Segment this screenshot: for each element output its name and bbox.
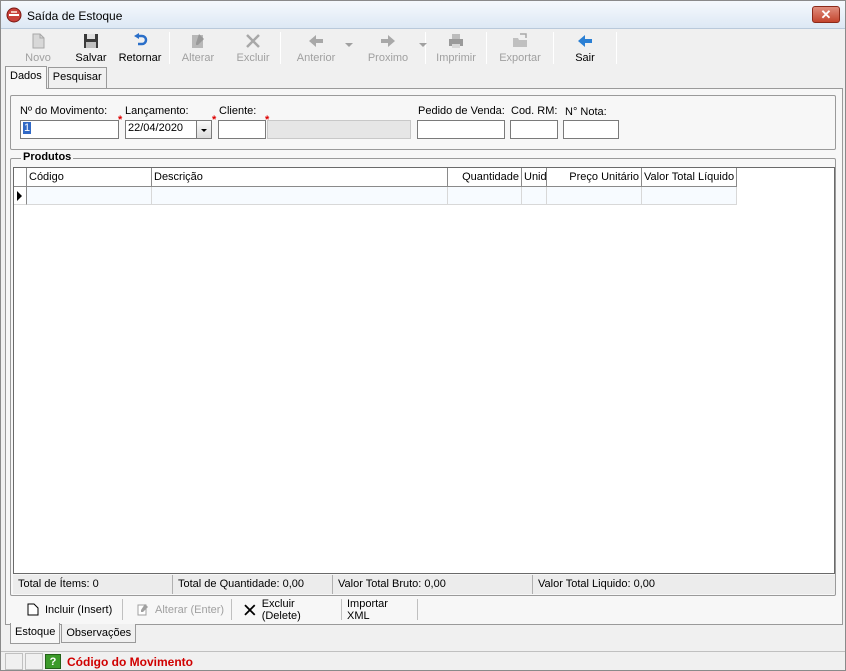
movimento-label: Nº do Movimento: [20, 105, 108, 117]
new-document-icon [32, 33, 45, 49]
arrow-left-icon [309, 35, 323, 47]
main-tabs: Dados Pesquisar [5, 66, 108, 89]
window-title: Saída de Estoque [27, 9, 123, 23]
window: Saída de Estoque ✕ Novo Salvar Retornar … [0, 0, 846, 671]
arrow-right-icon [381, 35, 395, 47]
save-disk-icon [84, 34, 98, 48]
delete-item-icon [244, 604, 256, 616]
total-liquido: Valor Total Liquido: 0,00 [533, 575, 835, 594]
grid-actions: Incluir (Insert) Alterar (Enter) Excluir… [13, 597, 418, 622]
alterar-label: Alterar [181, 52, 215, 64]
lancamento-label: Lançamento: [125, 105, 189, 117]
new-item-icon [27, 603, 39, 616]
excluir-item-button[interactable]: Excluir (Delete) [232, 597, 342, 622]
excluir-button[interactable]: Excluir [226, 30, 280, 66]
pedido-label: Pedido de Venda: [418, 105, 505, 117]
incluir-button[interactable]: Incluir (Insert) [13, 599, 123, 620]
importar-xml-button[interactable]: Importar XML [342, 598, 418, 622]
delete-x-icon [246, 34, 260, 48]
row-indicator-icon [14, 187, 27, 205]
bottom-tabs: Estoque Observações [10, 623, 137, 644]
produtos-title: Produtos [21, 151, 74, 163]
edit-item-icon [137, 604, 148, 616]
required-mark: * [212, 114, 217, 126]
lancamento-input[interactable]: 22/04/2020 [125, 120, 197, 139]
alterar-button[interactable]: Alterar [170, 30, 226, 66]
col-descricao[interactable]: Descrição [152, 168, 448, 187]
tab-dados[interactable]: Dados [5, 66, 47, 89]
tab-pesquisar[interactable]: Pesquisar [47, 67, 107, 88]
cliente-code-input[interactable] [218, 120, 266, 139]
movimento-value: 1 [23, 122, 32, 134]
edit-document-icon [192, 34, 204, 48]
retornar-button[interactable]: Retornar [111, 30, 169, 66]
excluir-item-label: Excluir (Delete) [261, 597, 301, 622]
app-logo-icon [6, 7, 22, 23]
exportar-button[interactable]: Exportar [487, 30, 553, 66]
codrm-label: Cod. RM: [511, 105, 558, 117]
sair-label: Sair [575, 52, 595, 64]
total-bruto: Valor Total Bruto: 0,00 [333, 575, 533, 594]
imprimir-button[interactable]: Imprimir [426, 30, 486, 66]
salvar-label: Salvar [75, 52, 107, 64]
cell-descricao[interactable] [152, 187, 448, 205]
alterar-item-label: Alterar (Enter) [155, 603, 225, 616]
grid-indicator-header [14, 168, 27, 187]
table-row[interactable] [14, 187, 737, 205]
col-valor-total-liquido[interactable]: Valor Total Líquido [642, 168, 737, 187]
retornar-label: Retornar [118, 52, 162, 64]
toolbar-separator [616, 32, 617, 64]
novo-label: Novo [25, 52, 51, 64]
status-cell [25, 653, 43, 670]
required-mark: * [118, 114, 123, 126]
tab-estoque[interactable]: Estoque [10, 623, 61, 644]
totals-bar: Total de Ítems: 0 Total de Quantidade: 0… [13, 575, 835, 595]
pedido-input[interactable] [417, 120, 505, 139]
undo-arrow-icon [134, 33, 148, 46]
nota-label: N° Nota: [565, 106, 607, 118]
title-bar: Saída de Estoque ✕ [1, 1, 845, 29]
col-unidade[interactable]: Unid [522, 168, 547, 187]
status-text: Código do Movimento [67, 655, 193, 669]
cell-codigo[interactable] [27, 187, 152, 205]
grid-header: Código Descrição Quantidade Unid Preço U… [14, 168, 737, 187]
status-cell [5, 653, 23, 670]
col-codigo[interactable]: Código [27, 168, 152, 187]
help-icon[interactable]: ? [45, 654, 61, 669]
novo-button[interactable]: Novo [5, 30, 71, 66]
alterar-item-button[interactable]: Alterar (Enter) [123, 599, 232, 620]
close-button[interactable]: ✕ [812, 6, 840, 23]
col-quantidade[interactable]: Quantidade [448, 168, 522, 187]
col-preco-unitario[interactable]: Preço Unitário [547, 168, 642, 187]
exportar-label: Exportar [499, 52, 541, 64]
cliente-name-field [267, 120, 411, 139]
products-grid[interactable]: Código Descrição Quantidade Unid Preço U… [13, 167, 835, 574]
cell-quantidade[interactable] [448, 187, 522, 205]
sair-button[interactable]: Sair [554, 30, 616, 66]
incluir-label: Incluir (Insert) [45, 603, 113, 616]
toolbar: Novo Salvar Retornar Alterar Excluir Ant… [5, 30, 841, 66]
cell-preco-unitario[interactable] [547, 187, 642, 205]
status-bar: ? Código do Movimento [1, 651, 845, 670]
cell-unidade[interactable] [522, 187, 547, 205]
nota-input[interactable] [563, 120, 619, 139]
proximo-label: Proximo [367, 52, 409, 64]
imprimir-label: Imprimir [436, 52, 476, 64]
total-items: Total de Ítems: 0 [13, 575, 173, 594]
exit-arrow-icon [578, 35, 592, 47]
excluir-label: Excluir [236, 52, 270, 64]
movimento-input[interactable]: 1 [20, 120, 119, 139]
cell-valor-total[interactable] [642, 187, 737, 205]
codrm-input[interactable] [510, 120, 558, 139]
total-quantidade: Total de Quantidade: 0,00 [173, 575, 333, 594]
lancamento-dropdown-button[interactable] [196, 120, 212, 139]
proximo-button[interactable]: Proximo [351, 30, 427, 66]
tab-observacoes[interactable]: Observações [61, 624, 137, 643]
salvar-button[interactable]: Salvar [71, 30, 111, 66]
cliente-label: Cliente: [219, 105, 257, 117]
export-folder-icon [513, 33, 527, 47]
anterior-label: Anterior [296, 52, 336, 64]
anterior-button[interactable]: Anterior [281, 30, 353, 66]
printer-icon [449, 34, 463, 48]
